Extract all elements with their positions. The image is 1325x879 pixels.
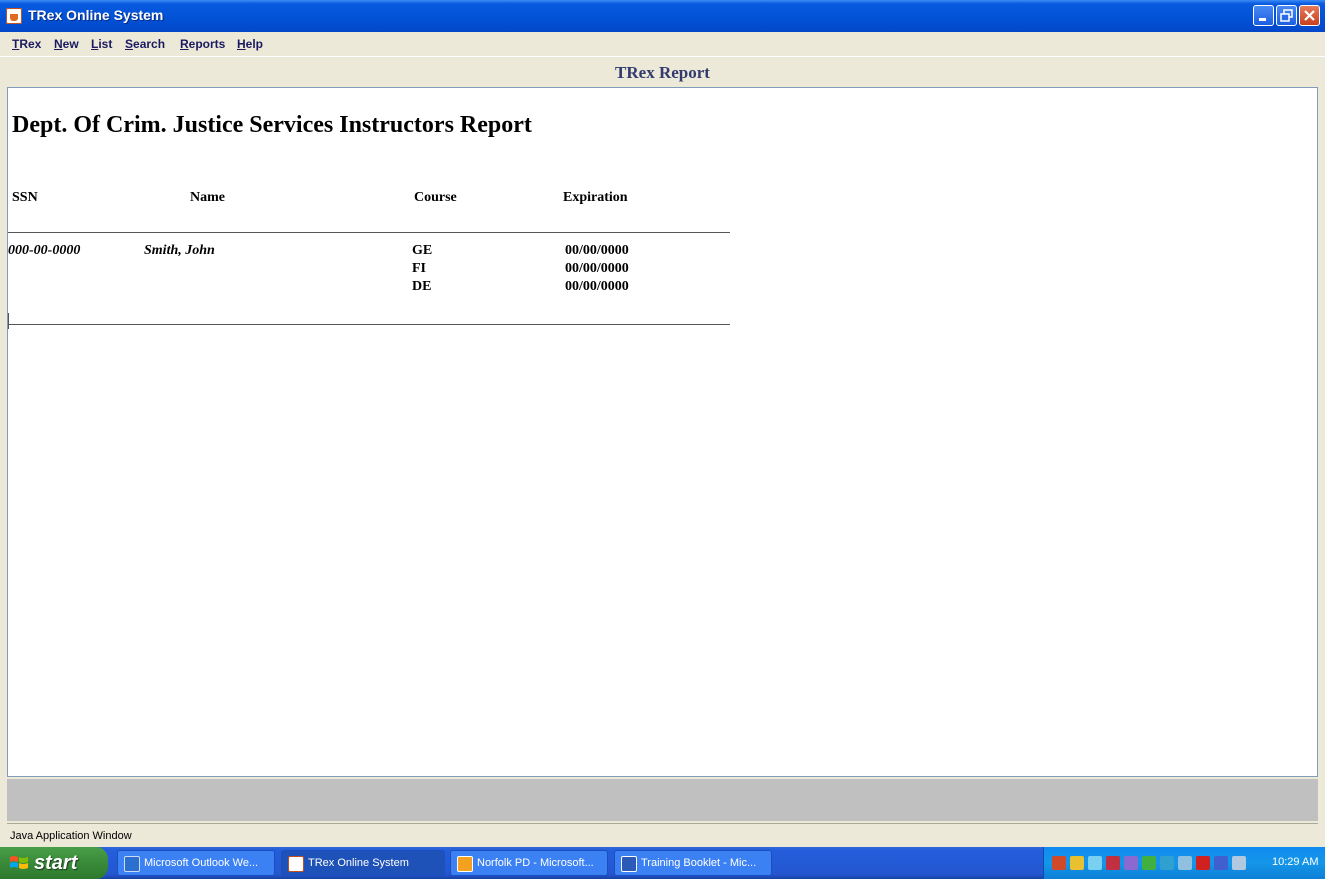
row-course-1: GE — [412, 243, 433, 258]
minimize-icon — [1259, 18, 1266, 21]
java-app-icon — [6, 8, 22, 24]
row-expiration-2: 00/00/0000 — [565, 261, 629, 276]
row-left-border — [8, 313, 9, 329]
window-title-bar[interactable]: TRex Online System — [0, 0, 1325, 32]
menu-search[interactable]: Search — [125, 37, 165, 51]
tray-network-icon[interactable] — [1106, 856, 1120, 870]
taskbar-item-label: Training Booklet - Mic... — [641, 857, 757, 869]
row-name: Smith, John — [144, 243, 215, 258]
taskbar-item-norfolk[interactable]: Norfolk PD - Microsoft... — [450, 850, 608, 876]
restore-button[interactable] — [1276, 5, 1297, 26]
menu-new[interactable]: New — [54, 37, 79, 51]
table-row-divider — [8, 324, 730, 325]
tray-update-icon[interactable] — [1142, 856, 1156, 870]
tray-printer-icon[interactable] — [1178, 856, 1192, 870]
tray-chat-icon[interactable] — [1214, 856, 1228, 870]
menu-trex[interactable]: TRex — [12, 37, 41, 51]
start-label: start — [34, 852, 78, 874]
column-header-expiration: Expiration — [563, 190, 628, 205]
row-course-2: FI — [412, 261, 426, 276]
menu-reports-mnemonic: R — [180, 37, 189, 51]
menu-new-mnemonic: N — [54, 37, 63, 51]
row-ssn: 000-00-0000 — [8, 243, 81, 258]
menu-help-rest: elp — [245, 37, 264, 51]
report-header-title: TRex Report — [615, 63, 710, 82]
column-header-name: Name — [190, 190, 225, 205]
close-icon — [1304, 10, 1315, 21]
column-header-ssn: SSN — [12, 190, 38, 205]
system-tray: 10:29 AM — [1043, 847, 1325, 879]
tray-antivirus-icon[interactable] — [1196, 856, 1210, 870]
taskbar-item-label: TRex Online System — [308, 857, 409, 869]
outlook-icon — [124, 856, 140, 872]
status-bar: Java Application Window — [7, 823, 1318, 846]
taskbar-item-outlook[interactable]: Microsoft Outlook We... — [117, 850, 275, 876]
word-icon — [621, 856, 637, 872]
report-content-panel[interactable]: Dept. Of Crim. Justice Services Instruct… — [7, 87, 1318, 777]
browser-icon — [457, 856, 473, 872]
tray-search-icon[interactable] — [1088, 856, 1102, 870]
bottom-panel — [7, 779, 1318, 821]
menu-help[interactable]: Help — [237, 37, 263, 51]
taskbar-item-label: Norfolk PD - Microsoft... — [477, 857, 594, 869]
column-header-course: Course — [414, 190, 457, 205]
taskbar-item-label: Microsoft Outlook We... — [144, 857, 259, 869]
tray-volume-icon[interactable] — [1232, 856, 1246, 870]
taskbar-item-training[interactable]: Training Booklet - Mic... — [614, 850, 772, 876]
close-button[interactable] — [1299, 5, 1320, 26]
taskbar: start Microsoft Outlook We... TRex Onlin… — [0, 847, 1325, 879]
menu-reports[interactable]: Reports — [180, 37, 225, 51]
java-icon — [288, 856, 304, 872]
minimize-button[interactable] — [1253, 5, 1274, 26]
menu-search-mnemonic: S — [125, 37, 134, 51]
windows-logo-icon — [10, 856, 28, 869]
tray-display-icon[interactable] — [1160, 856, 1174, 870]
window-title: TRex Online System — [28, 7, 164, 23]
report-title: Dept. Of Crim. Justice Services Instruct… — [12, 112, 532, 138]
tray-sync-icon[interactable] — [1124, 856, 1138, 870]
menu-trex-rest: Rex — [19, 37, 42, 51]
table-header-divider — [8, 232, 730, 233]
row-course-3: DE — [412, 279, 432, 294]
menu-list[interactable]: List — [91, 37, 112, 51]
menu-reports-rest: eports — [188, 37, 226, 51]
menu-list-rest: ist — [98, 37, 113, 51]
report-header-bar: TRex Report — [0, 57, 1325, 87]
taskbar-item-trex[interactable]: TRex Online System — [281, 850, 445, 876]
taskbar-clock: 10:29 AM — [1272, 856, 1319, 868]
menu-new-rest: ew — [62, 37, 79, 51]
status-text: Java Application Window — [10, 830, 132, 842]
row-expiration-3: 00/00/0000 — [565, 279, 629, 294]
menu-bar: TRex New List Search Reports Help — [0, 32, 1325, 57]
menu-help-mnemonic: H — [237, 37, 246, 51]
menu-search-rest: earch — [133, 37, 166, 51]
tray-security-icon[interactable] — [1070, 856, 1084, 870]
start-button[interactable]: start — [0, 847, 108, 879]
tray-shield-icon[interactable] — [1052, 856, 1066, 870]
restore-icon — [1280, 9, 1293, 22]
row-expiration-1: 00/00/0000 — [565, 243, 629, 258]
